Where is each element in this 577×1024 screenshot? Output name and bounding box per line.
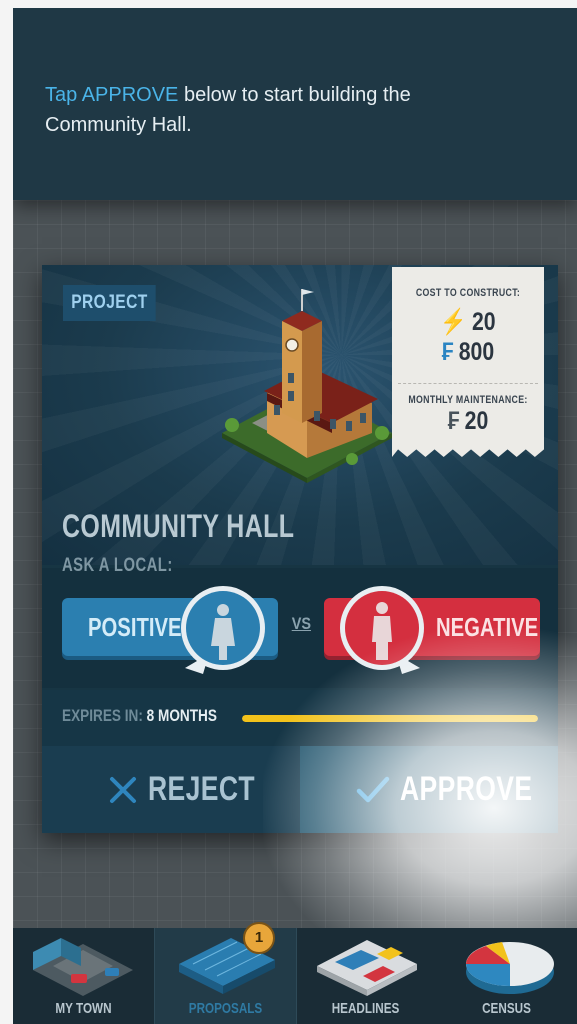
reject-content: REJECT	[108, 746, 285, 833]
expires-caption: EXPIRES IN:	[62, 706, 143, 725]
maintenance-header: MONTHLY MAINTENANCE:	[408, 394, 528, 406]
positive-label: POSITIVE	[88, 612, 182, 642]
energy-cost-value: 20	[471, 308, 496, 336]
negative-label: NEGATIVE	[436, 612, 539, 642]
energy-bolt-icon: ⚡	[440, 308, 467, 336]
approve-button[interactable]: APPROVE	[300, 746, 558, 833]
project-title: COMMUNITY HALL	[62, 508, 295, 544]
tab-census-label: CENSUS	[482, 1000, 531, 1017]
expires-row: EXPIRES IN: 8 MONTHS	[42, 690, 558, 746]
tab-my-town-label: MY TOWN	[55, 1000, 112, 1017]
expires-value: 8 MONTHS	[146, 706, 217, 725]
negative-local-avatar-icon[interactable]	[334, 584, 430, 680]
card-hero: PROJECT COST TO CONSTRUCT: ⚡ 20 ₣ 800 MO…	[42, 265, 558, 565]
proposal-card: PROJECT COST TO CONSTRUCT: ⚡ 20 ₣ 800 MO…	[42, 265, 558, 833]
tab-proposals[interactable]: 1 PROPOSALS	[154, 922, 297, 1024]
receipt-divider	[398, 383, 538, 384]
reject-button[interactable]: REJECT	[42, 746, 301, 833]
reject-label: REJECT	[148, 770, 255, 808]
vs-label: VS	[291, 614, 311, 633]
checkmark-icon	[356, 776, 390, 802]
expiry-progress-bar	[242, 715, 538, 722]
newspaper-icon	[317, 940, 417, 996]
action-bar: REJECT APPROVE	[42, 746, 558, 833]
tip-highlight: Tap APPROVE	[45, 84, 179, 106]
cost-header: COST TO CONSTRUCT:	[415, 287, 521, 299]
app-screen: Tap APPROVE below to start building the …	[13, 8, 577, 1024]
tab-proposals-label: PROPOSALS	[188, 1000, 263, 1017]
maintenance-cost-value: 20	[464, 407, 489, 435]
approve-label: APPROVE	[400, 770, 533, 808]
community-hall-illustration	[222, 289, 392, 483]
energy-cost: ⚡ 20	[403, 307, 532, 337]
money-cost-value: 800	[458, 338, 495, 366]
tutorial-tip-text: Tap APPROVE below to start building the …	[45, 80, 465, 140]
tab-headlines-label: HEADLINES	[331, 1000, 400, 1017]
maintenance-currency-icon: ₣	[447, 407, 460, 435]
maintenance-cost: ₣ 20	[403, 406, 532, 436]
expiry-progress-fill	[242, 715, 538, 722]
proposals-count-badge: 1	[243, 922, 275, 954]
money-cost: ₣ 800	[403, 337, 532, 367]
currency-icon: ₣	[441, 338, 454, 366]
ask-a-local-label: ASK A LOCAL:	[62, 555, 173, 576]
close-x-icon	[110, 776, 136, 803]
opinions-panel: POSITIVE VS NEGATIVE	[42, 568, 558, 688]
positive-local-avatar-icon[interactable]	[175, 584, 271, 680]
town-icon	[33, 938, 133, 996]
expires-label: EXPIRES IN: 8 MONTHS	[62, 706, 217, 726]
cost-receipt: COST TO CONSTRUCT: ⚡ 20 ₣ 800 MONTHLY MAIN…	[392, 267, 544, 457]
project-badge: PROJECT	[63, 285, 156, 321]
pie-chart-icon	[466, 942, 554, 994]
tab-census[interactable]: CENSUS	[436, 928, 577, 1024]
tab-headlines[interactable]: HEADLINES	[295, 928, 436, 1024]
bottom-tab-bar: MY TOWN 1 PROPOSALS HEADLINES CENSUS	[13, 922, 577, 1024]
tutorial-tip-panel: Tap APPROVE below to start building the …	[13, 8, 577, 200]
tab-my-town[interactable]: MY TOWN	[13, 928, 154, 1024]
approve-content: APPROVE	[356, 746, 570, 833]
